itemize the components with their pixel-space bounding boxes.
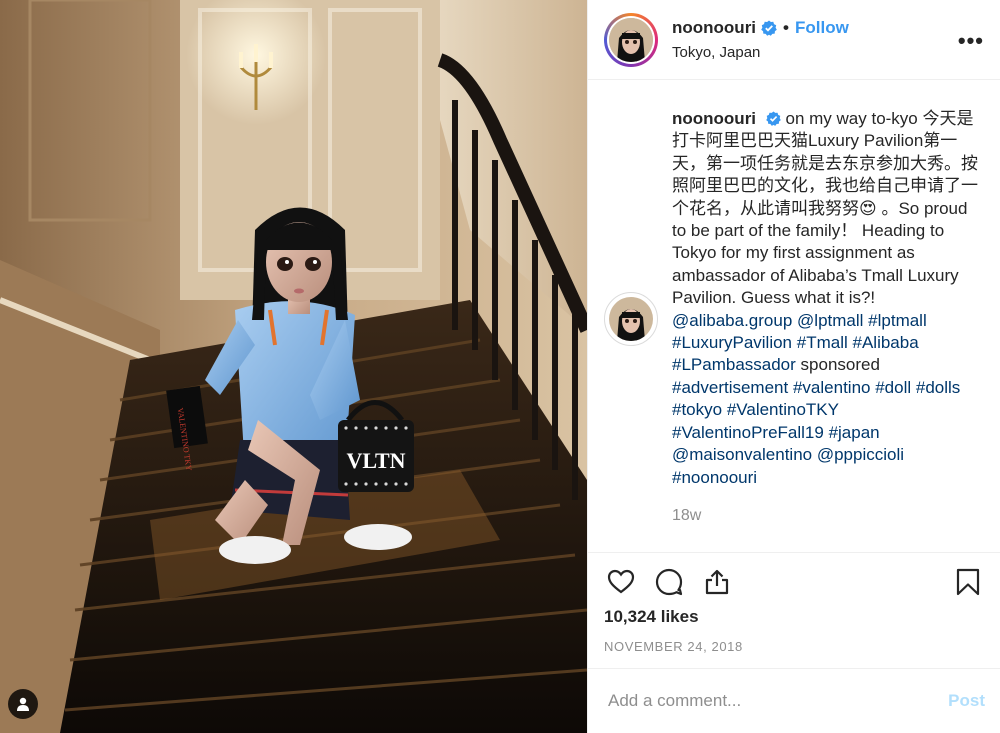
caption-avatar-image [609,297,653,341]
caption-tags-b: #advertisement #valentino #doll #dolls #… [672,378,960,487]
caption-tag-link[interactable]: #LPambassador [672,355,796,374]
caption-tag-link[interactable]: #tokyo [672,400,722,419]
comment-icon [655,568,683,596]
save-button[interactable] [951,565,985,599]
caption-tag-link[interactable]: #LuxuryPavilion [672,333,792,352]
follow-button[interactable]: Follow [795,18,849,38]
heart-eyes-emoji: 😍 [859,198,877,218]
photo-scene: VALENTINO TKY VLTN [0,0,587,733]
caption-tag-link[interactable]: @lptmall [797,311,863,330]
add-comment-bar: Add a comment... Post [588,668,1000,733]
post-caption: noonoouri on my way to-kyo 今天是打卡阿里巴巴天猫Lu… [672,108,984,489]
post-date[interactable]: NOVEMBER 24, 2018 [604,639,985,654]
header-separator: • [783,18,789,37]
heart-icon [607,569,635,594]
verified-badge-icon [761,20,777,36]
share-button[interactable] [700,565,734,599]
location-link[interactable]: Tokyo, Japan [672,44,849,61]
post-photo[interactable]: VALENTINO TKY VLTN [0,0,587,733]
caption-tag-link[interactable]: #dolls [916,378,960,397]
caption-time-ago[interactable]: 18w [672,507,984,525]
caption-sponsored: sponsored [800,355,880,375]
bookmark-icon [956,568,980,596]
avatar[interactable] [604,12,658,67]
caption-tag-link[interactable]: #ValentinoPreFall19 [672,423,824,442]
post-actions: 10,324 likes NOVEMBER 24, 2018 [588,552,1000,654]
comment-input[interactable]: Add a comment... [608,691,948,711]
caption-tag-link[interactable]: @alibaba.group [672,311,792,330]
avatar-image [609,17,653,62]
user-icon [17,697,29,711]
comment-button[interactable] [652,565,686,599]
caption-tag-link[interactable]: #noonoouri [672,468,757,487]
caption-tag-link[interactable]: #Alibaba [853,333,919,352]
caption-avatar[interactable] [604,292,658,346]
comments-area: noonoouri on my way to-kyo 今天是打卡阿里巴巴天猫Lu… [588,80,1000,552]
user-tags-button[interactable] [8,689,38,719]
caption-tags-a: @alibaba.group @lptmall #lptmall #Luxury… [672,311,927,375]
caption-username[interactable]: noonoouri [672,109,756,128]
caption-tag-link[interactable]: #japan [829,423,880,442]
caption-tag-link[interactable]: @maisonvalentino [672,445,812,464]
svg-text:VLTN: VLTN [346,448,405,473]
header-username[interactable]: noonoouri [672,18,756,38]
like-button[interactable] [604,565,638,599]
post-side-panel: noonoouri • Follow Tokyo, Japan ••• noon… [587,0,1000,733]
caption-tag-link[interactable]: #advertisement [672,378,788,397]
caption-tag-link[interactable]: #doll [875,378,911,397]
likes-count[interactable]: 10,324 likes [604,607,985,627]
caption-tag-link[interactable]: #ValentinoTKY [727,400,839,419]
caption-tag-link[interactable]: @pppiccioli [817,445,904,464]
caption-tag-link[interactable]: #Tmall [797,333,848,352]
post-header: noonoouri • Follow Tokyo, Japan ••• [588,0,1000,80]
post-comment-button[interactable]: Post [948,691,985,711]
more-options-button[interactable]: ••• [958,28,984,54]
caption-tag-link[interactable]: #valentino [793,378,871,397]
caption-tag-link[interactable]: #lptmall [868,311,927,330]
share-icon [705,569,729,595]
caption-verified-badge-icon [765,111,781,126]
